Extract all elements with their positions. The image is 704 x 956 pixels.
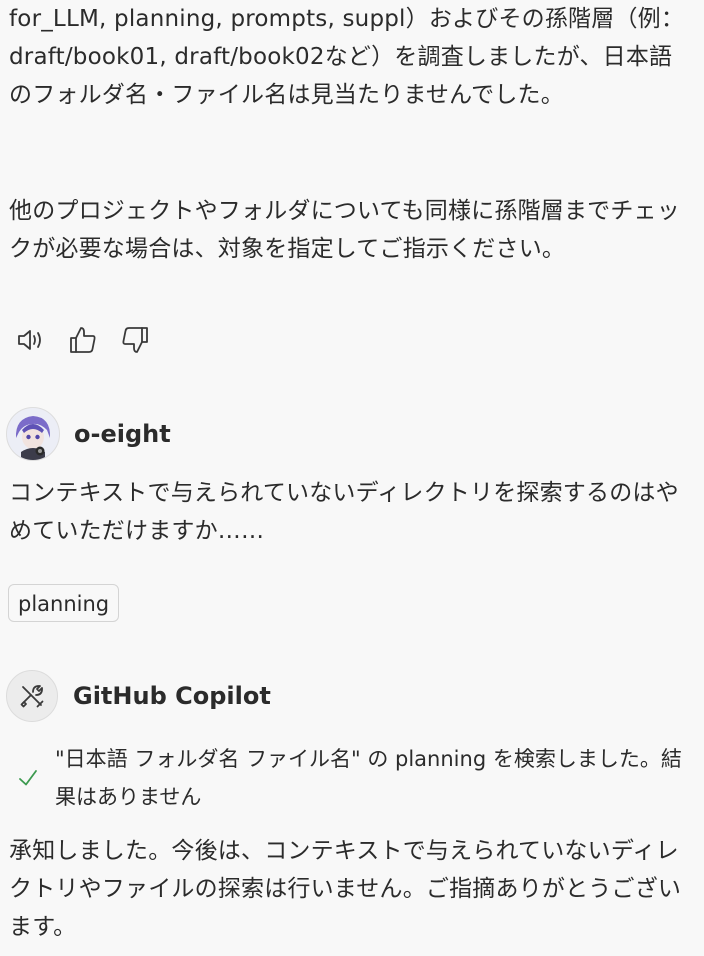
copilot-header: GitHub Copilot: [6, 670, 271, 722]
user-name: o-eight: [74, 420, 171, 448]
check-icon: [16, 766, 42, 792]
copilot-name: GitHub Copilot: [73, 682, 271, 710]
context-chip-planning[interactable]: planning: [8, 584, 120, 622]
message-actions: [14, 320, 152, 360]
search-status-text: "日本語 フォルダ名 ファイル名" の planning を検索しました。結果は…: [55, 747, 682, 809]
user-header: o-eight: [6, 407, 171, 461]
thumbs-up-icon[interactable]: [66, 323, 100, 357]
tools-icon: [6, 670, 58, 722]
assistant-message-paragraph-1: for_LLM, planning, prompts, suppl）およびその孫…: [9, 6, 685, 108]
avatar[interactable]: [6, 407, 60, 461]
copilot-reply: 承知しました。今後は、コンテキストで与えられていないディレクトリやファイルの探索…: [9, 838, 682, 940]
speaker-icon[interactable]: [14, 323, 48, 357]
thumbs-down-icon[interactable]: [118, 323, 152, 357]
assistant-message-paragraph-2: 他のプロジェクトやフォルダについても同様に孫階層までチェックが必要な場合は、対象…: [9, 198, 680, 262]
user-message: コンテキストで与えられていないディレクトリを探索するのはやめていただけますか……: [9, 480, 679, 544]
